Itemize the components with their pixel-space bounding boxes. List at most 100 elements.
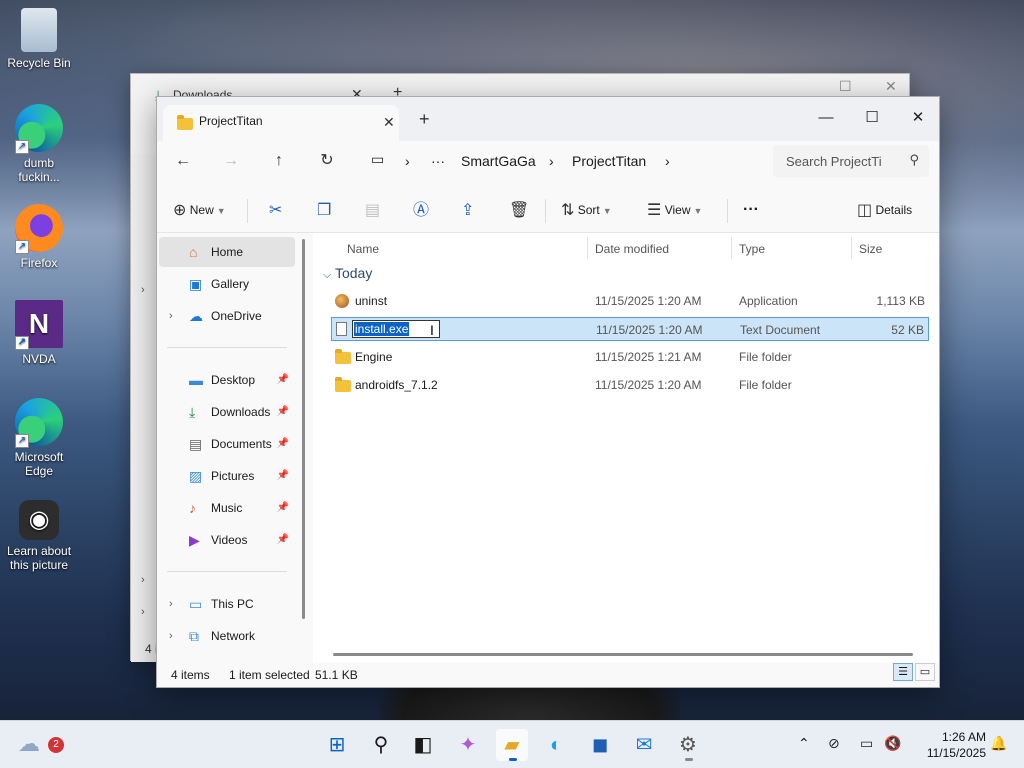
tiles-view-icon[interactable]: ▭ <box>915 663 935 681</box>
chevron-right-icon[interactable]: › <box>405 153 410 169</box>
group-header-today[interactable]: ⌵ Today <box>323 265 372 282</box>
details-view-icon[interactable]: ☰ <box>893 663 913 681</box>
command-bar: ⊕ New ▼ ✂ ❐ ▤ Ⓐ ⇪ 🗑 ⇅ Sort ▼ ☰ View ▼ ··· ◫… <box>157 185 939 233</box>
details-button[interactable]: ◫ Details <box>857 197 912 223</box>
paste-button[interactable]: ▤ <box>365 197 380 223</box>
trash-icon: 🗑 <box>509 201 530 219</box>
back-arrow-icon[interactable]: ← <box>169 149 197 173</box>
notifications-icon[interactable]: 🔔 <box>990 735 1007 752</box>
close-icon[interactable]: ✕ <box>895 103 941 133</box>
column-header-date[interactable]: Date modified <box>595 237 669 261</box>
maximize-icon[interactable]: ☐ <box>849 103 895 133</box>
tab-close-icon[interactable]: ✕ <box>383 114 395 131</box>
weather-widget[interactable]: ☁ 2 <box>18 731 64 756</box>
sidebar-item-pictures[interactable]: ▨ Pictures 📌 <box>159 461 295 491</box>
sidebar-item-documents[interactable]: ▤ Documents 📌 <box>159 429 295 459</box>
column-header-size[interactable]: Size <box>859 237 882 261</box>
details-label: Details <box>875 203 913 217</box>
horizontal-scrollbar[interactable] <box>333 653 913 656</box>
start-button[interactable]: ⊞ <box>321 729 353 761</box>
sidebar-item-this-pc[interactable]: › ▭ This PC <box>159 589 295 619</box>
breadcrumb-item-smartgaga[interactable]: SmartGaGa <box>461 153 536 169</box>
sidebar-item-network[interactable]: › ⧉ Network <box>159 621 295 651</box>
sidebar-item-home[interactable]: ⌂ Home <box>159 237 295 267</box>
sidebar-item-downloads[interactable]: ⤓ Downloads 📌 <box>159 397 295 427</box>
file-explorer-window[interactable]: ProjectTitan ✕ + — ☐ ✕ ← → ↑ ↻ ▭ › ··· S… <box>156 96 940 688</box>
refresh-icon[interactable]: ↻ <box>313 149 341 173</box>
column-header-type[interactable]: Type <box>739 237 765 261</box>
view-button[interactable]: ☰ View ▼ <box>647 197 702 223</box>
table-row[interactable]: androidfs_7.1.2 11/15/2025 1:20 AM File … <box>331 373 929 397</box>
documents-icon: ▤ <box>189 436 203 452</box>
desktop-icon-firefox[interactable]: ↗ Firefox <box>4 204 74 270</box>
forward-arrow-icon[interactable]: → <box>217 149 245 173</box>
chevron-up-icon[interactable]: ⌃ <box>798 735 810 752</box>
back-chevron-icon[interactable]: › <box>141 606 145 618</box>
desktop-icon-learn-picture[interactable]: ◉ Learn about this picture <box>4 500 74 572</box>
tab-projecttitan[interactable]: ProjectTitan ✕ <box>163 105 399 141</box>
file-explorer-taskbar-button[interactable]: ▰ <box>496 729 528 761</box>
store-taskbar-button[interactable]: ◼ <box>584 729 616 761</box>
back-close-icon[interactable]: ✕ <box>885 78 897 95</box>
chevron-right-icon[interactable]: › <box>169 621 173 651</box>
desktop-icon-edge[interactable]: ↗ Microsoft Edge <box>4 398 74 478</box>
back-chevron-icon[interactable]: › <box>141 284 145 296</box>
table-row[interactable]: Engine 11/15/2025 1:21 AM File folder <box>331 345 929 369</box>
volume-muted-icon[interactable]: 🔇 <box>884 735 901 752</box>
chevron-right-icon[interactable]: › <box>665 153 670 169</box>
chevron-down-icon: ⌵ <box>323 269 332 281</box>
status-bar: 4 items 1 item selected 51.1 KB ☰ ▭ <box>157 663 939 687</box>
minimize-icon[interactable]: — <box>803 103 849 133</box>
desktop-icon: ▬ <box>189 372 203 388</box>
running-indicator <box>685 758 693 761</box>
desktop-icon-recycle-bin[interactable]: Recycle Bin <box>4 8 74 70</box>
table-row[interactable]: uninst 11/15/2025 1:20 AM Application 1,… <box>331 289 929 313</box>
network-disconnected-icon[interactable]: ⊘ <box>828 735 840 752</box>
chevron-down-icon: ▼ <box>216 206 226 216</box>
computer-icon: ▭ <box>189 596 203 612</box>
back-maximize-icon[interactable]: ☐ <box>839 78 852 95</box>
cut-button[interactable]: ✂ <box>269 197 282 223</box>
sidebar-item-desktop[interactable]: ▬ Desktop 📌 <box>159 365 295 395</box>
outlook-taskbar-button[interactable]: ✉ <box>628 729 660 761</box>
sidebar-item-music[interactable]: ♪ Music 📌 <box>159 493 295 523</box>
chevron-right-icon[interactable]: › <box>169 589 173 619</box>
breadcrumb-item-projecttitan[interactable]: ProjectTitan <box>572 153 646 169</box>
task-view-button[interactable]: ◧ <box>407 729 439 761</box>
column-header-name[interactable]: Name <box>347 237 379 261</box>
back-chevron-icon[interactable]: › <box>141 574 145 586</box>
new-button[interactable]: ⊕ New ▼ <box>173 197 226 223</box>
share-button[interactable]: ⇪ <box>461 197 474 223</box>
search-input[interactable]: Search ProjectTi ⚲ <box>773 145 929 177</box>
more-breadcrumbs-icon[interactable]: ··· <box>431 153 445 169</box>
delete-button[interactable]: 🗑 <box>509 197 529 223</box>
desktop-icon-dumb-shortcut[interactable]: ↗ dumb fuckin... <box>4 104 74 184</box>
recycle-bin-icon <box>21 8 57 52</box>
copy-button[interactable]: ❐ <box>317 197 331 223</box>
sidebar-item-videos[interactable]: ▶ Videos 📌 <box>159 525 295 555</box>
sidebar-item-onedrive[interactable]: › ☁ OneDrive <box>159 301 295 331</box>
nav-scrollbar[interactable] <box>302 239 305 619</box>
display-icon[interactable]: ▭ <box>860 735 873 752</box>
rename-button[interactable]: Ⓐ <box>413 197 429 223</box>
edge-taskbar-button[interactable]: ◐ <box>540 729 572 761</box>
clock[interactable]: 1:26 AM 11/15/2025 <box>914 729 986 761</box>
sidebar-item-label: Downloads <box>211 405 271 419</box>
more-options-icon[interactable]: ··· <box>743 197 759 223</box>
sort-button[interactable]: ⇅ Sort ▼ <box>561 197 612 223</box>
breadcrumb[interactable]: ▭ › ··· SmartGaGa › ProjectTitan › <box>361 145 761 177</box>
copilot-button[interactable]: ✦ <box>452 729 484 761</box>
text-document-icon <box>336 322 347 336</box>
new-tab-icon[interactable]: + <box>419 109 430 130</box>
up-arrow-icon[interactable]: ↑ <box>265 149 293 173</box>
table-row-selected[interactable]: install.exe I 11/15/2025 1:20 AM Text Do… <box>331 317 929 341</box>
title-bar[interactable]: ProjectTitan ✕ + — ☐ ✕ <box>157 97 939 141</box>
desktop-icon-nvda[interactable]: N ↗ NVDA <box>4 300 74 366</box>
sidebar-item-gallery[interactable]: ▣ Gallery <box>159 269 295 299</box>
search-button[interactable]: ⚲ <box>365 729 397 761</box>
chevron-right-icon[interactable]: › <box>169 301 173 331</box>
settings-taskbar-button[interactable]: ⚙ <box>672 729 704 761</box>
learn-picture-icon: ◉ <box>19 500 59 540</box>
rename-input[interactable]: install.exe <box>352 320 440 338</box>
chevron-right-icon[interactable]: › <box>549 153 554 169</box>
